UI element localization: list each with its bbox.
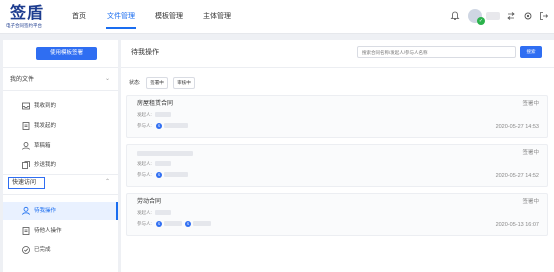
nav-home[interactable]: 首页 [72, 12, 86, 21]
status-badge: 签署中 [522, 101, 539, 107]
initiator-label: 发起人: [137, 161, 152, 166]
initiator-redacted [155, 210, 171, 215]
use-template-sign-button[interactable]: 使用模板签署 [36, 47, 97, 60]
participant-icon: S [156, 220, 162, 227]
participant-icon: S [185, 220, 191, 227]
sidebar-item-label: 我发起的 [34, 123, 57, 129]
divider [3, 194, 118, 195]
chevron-down-icon[interactable]: ⌄ [105, 75, 110, 83]
contract-card[interactable]: 劳动合同 签署中 发起人: 参与人: S S 2020-05-13 16:07 [126, 193, 548, 236]
participant-redacted [164, 172, 188, 177]
nav-file-management[interactable]: 文件管理 [107, 12, 135, 21]
contract-card[interactable]: 房屋租赁合同 签署中 发起人: 参与人: S 2020-05-27 14:53 [126, 95, 548, 138]
divider [3, 67, 118, 68]
filter-signing-button[interactable]: 签署中 [146, 77, 168, 89]
sidebar-item-received[interactable]: 我收到的 [3, 97, 118, 115]
sidebar-item-pending-others[interactable]: 待他人操作 [3, 222, 118, 240]
contract-date: 2020-05-13 16:07 [495, 222, 539, 228]
divider [3, 174, 118, 175]
sidebar-item-label: 待我操作 [34, 208, 57, 214]
inbox-icon [21, 101, 31, 111]
status-badge: 签署中 [522, 199, 539, 205]
cc-icon [21, 160, 31, 170]
participant-redacted [193, 221, 211, 226]
logo[interactable]: 签盾 电子合同签约平台 [6, 4, 50, 30]
participant-icon: S [156, 122, 162, 129]
participant-label: 参与人: [137, 123, 152, 128]
participant-label: 参与人: [137, 172, 152, 177]
switch-icon[interactable] [506, 11, 516, 21]
contract-title[interactable]: 房屋租赁合同 [137, 100, 173, 108]
initiator-redacted [155, 112, 171, 117]
check-circle-icon [21, 245, 31, 255]
bell-icon[interactable] [450, 11, 460, 21]
initiator-redacted [155, 161, 171, 166]
initiator-label: 发起人: [137, 210, 152, 215]
sidebar-item-label: 我收到的 [34, 103, 57, 109]
sidebar-item-initiated[interactable]: 我发起的 [3, 117, 118, 135]
divider [121, 67, 554, 68]
sidebar: 使用模板签署 我的文件 ⌄ 我收到的 我发起的 草稿箱 抄送我的 快速访问 ⌃ … [3, 40, 118, 272]
sidebar-item-pending-me[interactable]: 待我操作 [3, 202, 118, 220]
sidebar-item-completed[interactable]: 已完成 [3, 241, 118, 259]
search-input[interactable] [357, 46, 516, 58]
status-badge: 签署中 [522, 150, 539, 156]
nav-entity-management[interactable]: 主体管理 [203, 12, 231, 21]
verified-check-icon: ✓ [477, 17, 485, 25]
sidebar-item-label: 草稿箱 [34, 143, 51, 149]
contract-title-redacted [137, 151, 193, 156]
logo-subtitle: 电子合同签约平台 [6, 23, 42, 28]
top-header: 签盾 电子合同签约平台 首页 文件管理 模板管理 主体管理 ✓ [0, 0, 554, 34]
document-icon [21, 226, 31, 236]
sidebar-item-drafts[interactable]: 草稿箱 [3, 137, 118, 155]
participant-icon: S [156, 171, 162, 178]
username-redacted [486, 12, 500, 20]
sidebar-item-label: 待他人操作 [34, 228, 62, 234]
section-my-files-title[interactable]: 我的文件 [10, 76, 34, 84]
draft-icon [21, 141, 31, 151]
user-icon [21, 206, 31, 216]
document-icon [21, 121, 31, 131]
section-quick-view-title[interactable]: 快速访问 [12, 179, 36, 187]
nav-template-management[interactable]: 模板管理 [155, 12, 183, 21]
contract-card[interactable]: 签署中 发起人: 参与人: S 2020-05-27 14:52 [126, 144, 548, 187]
logo-text: 签盾 [10, 3, 45, 22]
page-title: 待我操作 [131, 49, 159, 56]
filter-reviewing-button[interactable]: 审核中 [173, 77, 195, 89]
participant-redacted [164, 123, 188, 128]
search-button[interactable]: 搜索 [520, 46, 542, 58]
divider [3, 90, 118, 91]
initiator-label: 发起人: [137, 112, 152, 117]
nav-active-underline [106, 27, 136, 29]
settings-icon[interactable] [523, 11, 533, 21]
logout-icon[interactable] [539, 11, 549, 21]
sidebar-item-cc[interactable]: 抄送我的 [3, 156, 118, 174]
contract-date: 2020-05-27 14:53 [495, 124, 539, 130]
active-indicator [116, 202, 118, 220]
status-filter-label: 状态: [129, 80, 141, 86]
participant-label: 参与人: [137, 221, 152, 226]
sidebar-item-label: 已完成 [34, 247, 51, 253]
main-panel: 待我操作 搜索 状态: 签署中 审核中 房屋租赁合同 签署中 发起人: 参与人:… [121, 40, 554, 272]
chevron-up-icon[interactable]: ⌃ [105, 178, 110, 186]
contract-date: 2020-05-27 14:52 [495, 173, 539, 179]
sidebar-item-label: 抄送我的 [34, 162, 57, 168]
contract-title[interactable]: 劳动合同 [137, 198, 161, 206]
participant-redacted [164, 221, 182, 226]
